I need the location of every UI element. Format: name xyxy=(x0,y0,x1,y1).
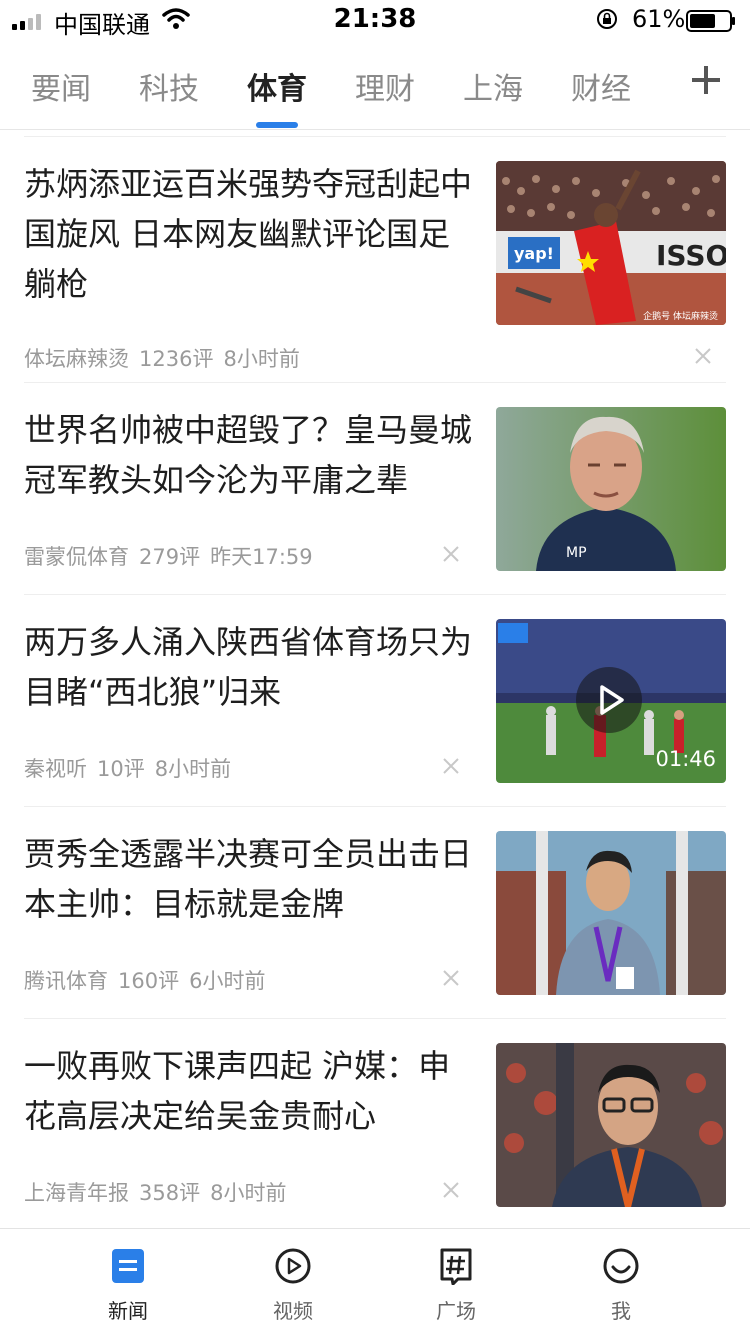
news-time: 8小时前 xyxy=(223,347,300,371)
nav-news[interactable]: 新闻 xyxy=(68,1229,188,1334)
comment-count: 358评 xyxy=(139,1181,201,1205)
news-meta: 腾讯体育 160评 6小时前 xyxy=(24,965,275,995)
nav-label: 新闻 xyxy=(108,1299,148,1323)
smile-icon xyxy=(603,1248,639,1284)
news-source: 体坛麻辣烫 xyxy=(24,347,129,371)
news-meta: 上海青年报 358评 8小时前 xyxy=(24,1177,296,1207)
rotation-lock-icon xyxy=(597,9,617,29)
video-thumbnail[interactable]: 01:46 xyxy=(496,619,726,783)
play-button[interactable] xyxy=(576,667,642,733)
news-source: 腾讯体育 xyxy=(24,969,108,993)
news-title[interactable]: 贾秀全透露半决赛可全员出击日本主帅：目标就是金牌 xyxy=(24,829,474,929)
channel-tabs: 要闻 科技 体育 理财 上海 财经 xyxy=(0,44,750,130)
news-item[interactable]: 世界名帅被中超毁了？皇马曼城冠军教头如今沦为平庸之辈 雷蒙侃体育 279评 昨天17… xyxy=(24,382,726,594)
status-bar: 中国联通 21:38 61% xyxy=(0,0,750,40)
dismiss-icon[interactable] xyxy=(442,757,460,775)
news-thumbnail[interactable] xyxy=(496,1043,726,1207)
jacket-initials: MP xyxy=(566,545,587,561)
tab-yaowen[interactable]: 要闻 xyxy=(31,64,91,108)
comment-count: 1236评 xyxy=(139,347,214,371)
news-time: 8小时前 xyxy=(154,757,232,781)
dismiss-icon[interactable] xyxy=(442,1181,460,1199)
news-meta: 体坛麻辣烫 1236评 8小时前 xyxy=(24,343,310,373)
tab-finance-mgmt[interactable]: 理财 xyxy=(355,64,415,108)
news-source: 秦视听 xyxy=(24,757,87,781)
tab-tech[interactable]: 科技 xyxy=(139,64,199,108)
tab-finance[interactable]: 财经 xyxy=(571,64,631,108)
news-time: 昨天17:59 xyxy=(210,545,313,569)
news-item[interactable]: 苏炳添亚运百米强势夺冠刮起中国旋风 日本网友幽默评论国足躺枪 体坛麻辣烫 1236… xyxy=(24,136,726,382)
news-thumbnail[interactable]: yap! ISSOT 企鹅号 体坛麻辣烫 xyxy=(496,161,726,325)
dismiss-icon[interactable] xyxy=(442,545,460,563)
comment-count: 10评 xyxy=(97,757,145,781)
comment-count: 160评 xyxy=(118,969,180,993)
news-time: 6小时前 xyxy=(189,969,266,993)
nav-label: 视频 xyxy=(273,1299,313,1323)
news-thumbnail[interactable] xyxy=(496,831,726,995)
news-meta: 雷蒙侃体育 279评 昨天17:59 xyxy=(24,541,323,571)
svg-text:yap!: yap! xyxy=(514,244,554,263)
battery-percent: 61% xyxy=(632,5,686,33)
play-icon xyxy=(600,685,624,715)
tab-shanghai[interactable]: 上海 xyxy=(463,64,523,108)
news-title[interactable]: 两万多人涌入陕西省体育场只为目睹“西北狼”归来 xyxy=(24,617,474,717)
active-tab-indicator xyxy=(256,122,298,128)
nav-me[interactable]: 我 xyxy=(561,1229,681,1334)
news-item[interactable]: 一败再败下课声四起 沪媒：申花高层决定给吴金贵耐心 上海青年报 358评 8小时前 xyxy=(24,1018,726,1230)
news-item[interactable]: 贾秀全透露半决赛可全员出击日本主帅：目标就是金牌 腾讯体育 160评 6小时前 xyxy=(24,806,726,1018)
thumbnail-watermark: 企鹅号 体坛麻辣烫 xyxy=(643,310,718,322)
news-meta: 秦视听 10评 8小时前 xyxy=(24,753,241,783)
nav-label: 我 xyxy=(611,1299,631,1323)
dismiss-icon[interactable] xyxy=(694,347,712,365)
news-time: 8小时前 xyxy=(210,1181,287,1205)
battery-icon xyxy=(686,10,735,32)
hashtag-icon xyxy=(440,1248,472,1285)
news-icon xyxy=(112,1249,144,1283)
video-duration: 01:46 xyxy=(655,747,716,771)
nav-label: 广场 xyxy=(436,1299,476,1323)
svg-text:ISSOT: ISSOT xyxy=(656,239,726,272)
tab-sports[interactable]: 体育 xyxy=(247,64,307,108)
news-title[interactable]: 苏炳添亚运百米强势夺冠刮起中国旋风 日本网友幽默评论国足躺枪 xyxy=(24,159,474,309)
news-source: 上海青年报 xyxy=(24,1181,129,1205)
play-icon xyxy=(275,1248,311,1284)
news-title[interactable]: 一败再败下课声四起 沪媒：申花高层决定给吴金贵耐心 xyxy=(24,1041,474,1141)
nav-plaza[interactable]: 广场 xyxy=(396,1229,516,1334)
news-title[interactable]: 世界名帅被中超毁了？皇马曼城冠军教头如今沦为平庸之辈 xyxy=(24,405,474,505)
nav-video[interactable]: 视频 xyxy=(233,1229,353,1334)
add-channel-icon[interactable] xyxy=(690,64,722,96)
news-source: 雷蒙侃体育 xyxy=(24,545,129,569)
news-item[interactable]: 两万多人涌入陕西省体育场只为目睹“西北狼”归来 秦视听 10评 8小时前 01:… xyxy=(24,594,726,806)
news-thumbnail[interactable]: MP xyxy=(496,407,726,571)
bottom-navigation: 新闻 视频 广场 我 xyxy=(0,1228,750,1334)
comment-count: 279评 xyxy=(139,545,201,569)
dismiss-icon[interactable] xyxy=(442,969,460,987)
